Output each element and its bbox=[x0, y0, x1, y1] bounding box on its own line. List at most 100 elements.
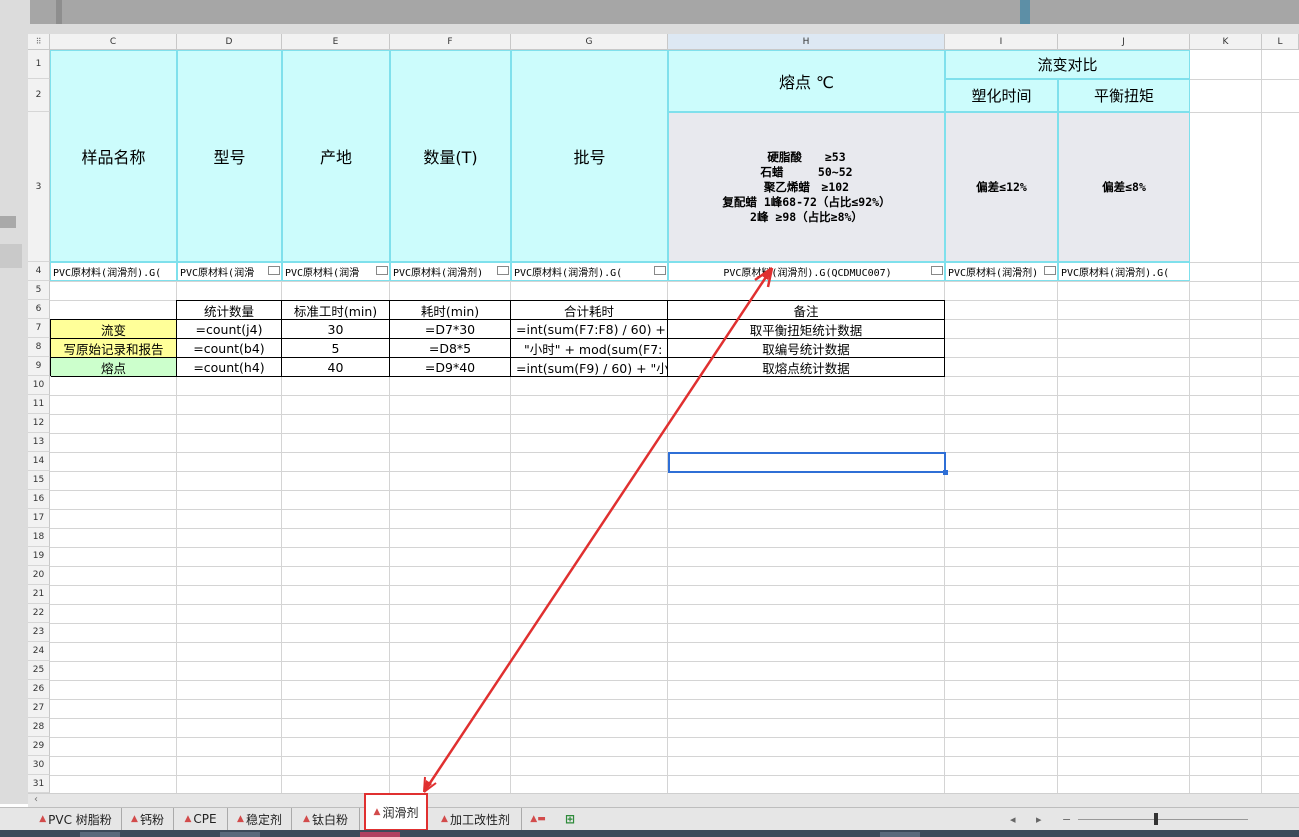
row-header-22[interactable]: 22 bbox=[28, 604, 50, 623]
table-row-std[interactable]: 5 bbox=[282, 339, 390, 358]
column-header-i[interactable]: I bbox=[945, 34, 1058, 50]
row-header-14[interactable]: 14 bbox=[28, 452, 50, 471]
dropdown-icon[interactable] bbox=[497, 266, 509, 275]
column-header-h[interactable]: H bbox=[668, 34, 945, 50]
table-row-name[interactable]: 熔点 bbox=[51, 358, 177, 377]
row-header-29[interactable]: 29 bbox=[28, 737, 50, 756]
sheet-tab-cpe[interactable]: ▲ CPE bbox=[174, 808, 228, 830]
dropdown-icon[interactable] bbox=[931, 266, 943, 275]
row-header-8[interactable]: 8 bbox=[28, 338, 50, 357]
scroll-left-icon[interactable]: ‹ bbox=[34, 794, 38, 805]
row-header-26[interactable]: 26 bbox=[28, 680, 50, 699]
row-header-19[interactable]: 19 bbox=[28, 547, 50, 566]
row-header-11[interactable]: 11 bbox=[28, 395, 50, 414]
table-header-note[interactable]: 备注 bbox=[668, 301, 945, 320]
header-quantity[interactable]: 数量(T) bbox=[390, 50, 511, 262]
balance-torque-deviation[interactable]: 偏差≤8% bbox=[1058, 112, 1190, 262]
select-all-corner[interactable]: ⠿ bbox=[28, 34, 50, 50]
table-row-total[interactable]: =int(sum(F7:F8) / 60) + bbox=[511, 320, 668, 339]
formula-bar[interactable] bbox=[30, 0, 1299, 24]
table-row-std[interactable]: 40 bbox=[282, 358, 390, 377]
left-panel-button[interactable] bbox=[0, 216, 16, 228]
row4-cell-h[interactable]: PVC原材料(润滑剂).G(QCDMUC007) bbox=[668, 262, 945, 281]
column-header-f[interactable]: F bbox=[390, 34, 511, 50]
row-header-23[interactable]: 23 bbox=[28, 623, 50, 642]
table-row-total[interactable]: =int(sum(F9) / 60) + "小 bbox=[511, 358, 668, 377]
table-row-name[interactable]: 写原始记录和报告 bbox=[51, 339, 177, 358]
row-header-21[interactable]: 21 bbox=[28, 585, 50, 604]
column-header-d[interactable]: D bbox=[177, 34, 282, 50]
table-row-count[interactable]: =count(j4) bbox=[177, 320, 282, 339]
row-header-17[interactable]: 17 bbox=[28, 509, 50, 528]
row-header-15[interactable]: 15 bbox=[28, 471, 50, 490]
sheet-tab-stabilizer[interactable]: ▲ 稳定剂 bbox=[228, 808, 292, 830]
row-header-10[interactable]: 10 bbox=[28, 376, 50, 395]
sheet-list-icon[interactable]: ▲▬ bbox=[524, 808, 554, 830]
row-header-18[interactable]: 18 bbox=[28, 528, 50, 547]
row4-cell-e[interactable]: PVC原材料(润滑 bbox=[282, 262, 390, 281]
table-header-time[interactable]: 耗时(min) bbox=[390, 301, 511, 320]
dropdown-icon[interactable] bbox=[268, 266, 280, 275]
dropdown-icon[interactable] bbox=[1044, 266, 1056, 275]
table-row-time[interactable]: =D9*40 bbox=[390, 358, 511, 377]
column-header-j[interactable]: J bbox=[1058, 34, 1190, 50]
table-row-time[interactable]: =D7*30 bbox=[390, 320, 511, 339]
table-row-count[interactable]: =count(b4) bbox=[177, 339, 282, 358]
sheet-tab-processing-modifier[interactable]: ▲ 加工改性剂 bbox=[430, 808, 522, 830]
table-row-note[interactable]: 取熔点统计数据 bbox=[668, 358, 945, 377]
row-header-13[interactable]: 13 bbox=[28, 433, 50, 452]
add-sheet-icon[interactable]: ⊞ bbox=[556, 808, 584, 830]
header-model[interactable]: 型号 bbox=[177, 50, 282, 262]
column-header-g[interactable]: G bbox=[511, 34, 668, 50]
row-header-5[interactable]: 5 bbox=[28, 281, 50, 300]
row-header-28[interactable]: 28 bbox=[28, 718, 50, 737]
plasticizing-time-deviation[interactable]: 偏差≤12% bbox=[945, 112, 1058, 262]
row-header-4[interactable]: 4 bbox=[28, 262, 50, 281]
row-header-3[interactable]: 3 bbox=[28, 112, 50, 262]
header-origin[interactable]: 产地 bbox=[282, 50, 390, 262]
row4-cell-f[interactable]: PVC原材料(润滑剂) bbox=[390, 262, 511, 281]
table-row-total[interactable]: "小时" + mod(sum(F7: bbox=[511, 339, 668, 358]
column-header-e[interactable]: E bbox=[282, 34, 390, 50]
row4-cell-i[interactable]: PVC原材料(润滑剂) bbox=[945, 262, 1058, 281]
header-sample-name[interactable]: 样品名称 bbox=[50, 50, 177, 262]
row4-cell-g[interactable]: PVC原材料(润滑剂).G( bbox=[511, 262, 668, 281]
header-balance-torque[interactable]: 平衡扭矩 bbox=[1058, 79, 1190, 112]
left-panel-toggle[interactable] bbox=[0, 244, 22, 268]
sheet-nav-right-icon[interactable]: ▸ bbox=[1036, 808, 1042, 830]
row-header-7[interactable]: 7 bbox=[28, 319, 50, 338]
zoom-slider-track[interactable] bbox=[1078, 819, 1248, 820]
header-plasticizing-time[interactable]: 塑化时间 bbox=[945, 79, 1058, 112]
melting-point-spec[interactable]: 硬脂酸 ≥53 石蜡 50~52 聚乙烯蜡 ≥102 复配蜡 1峰68-72（占… bbox=[668, 112, 945, 262]
sheet-tab-titanium[interactable]: ▲ 钛白粉 bbox=[292, 808, 360, 830]
row4-cell-d[interactable]: PVC原材料(润滑 bbox=[177, 262, 282, 281]
table-row-std[interactable]: 30 bbox=[282, 320, 390, 339]
zoom-slider-thumb[interactable] bbox=[1154, 813, 1158, 825]
row-header-12[interactable]: 12 bbox=[28, 414, 50, 433]
row-header-6[interactable]: 6 bbox=[28, 300, 50, 319]
horizontal-scrollbar[interactable]: ‹ bbox=[28, 793, 1299, 807]
row4-cell-c[interactable]: PVC原材料(润滑剂).G( bbox=[50, 262, 177, 281]
table-header-std-time[interactable]: 标准工时(min) bbox=[282, 301, 390, 320]
header-melting-point[interactable]: 熔点 ℃ bbox=[668, 50, 945, 112]
row-header-16[interactable]: 16 bbox=[28, 490, 50, 509]
sheet-tab-lubricant[interactable]: ▲ 润滑剂 bbox=[364, 793, 428, 831]
table-row-note[interactable]: 取平衡扭矩统计数据 bbox=[668, 320, 945, 339]
row-header-24[interactable]: 24 bbox=[28, 642, 50, 661]
sheet-tab-pvc-resin[interactable]: ▲ PVC 树脂粉 bbox=[30, 808, 122, 830]
dropdown-icon[interactable] bbox=[376, 266, 388, 275]
header-rheology[interactable]: 流变对比 bbox=[945, 50, 1190, 79]
row-header-1[interactable]: 1 bbox=[28, 50, 50, 79]
row-header-2[interactable]: 2 bbox=[28, 79, 50, 112]
table-row-name[interactable]: 流变 bbox=[51, 320, 177, 339]
row4-cell-j[interactable]: PVC原材料(润滑剂).G( bbox=[1058, 262, 1190, 281]
sheet-tab-calcium[interactable]: ▲ 钙粉 bbox=[122, 808, 174, 830]
row-header-30[interactable]: 30 bbox=[28, 756, 50, 775]
sheet-nav-left-icon[interactable]: ◂ bbox=[1010, 808, 1016, 830]
table-header-total[interactable]: 合计耗时 bbox=[511, 301, 668, 320]
row-header-31[interactable]: 31 bbox=[28, 775, 50, 793]
column-header-k[interactable]: K bbox=[1190, 34, 1262, 50]
zoom-out-icon[interactable]: − bbox=[1062, 808, 1071, 830]
row-header-9[interactable]: 9 bbox=[28, 357, 50, 376]
row-header-25[interactable]: 25 bbox=[28, 661, 50, 680]
